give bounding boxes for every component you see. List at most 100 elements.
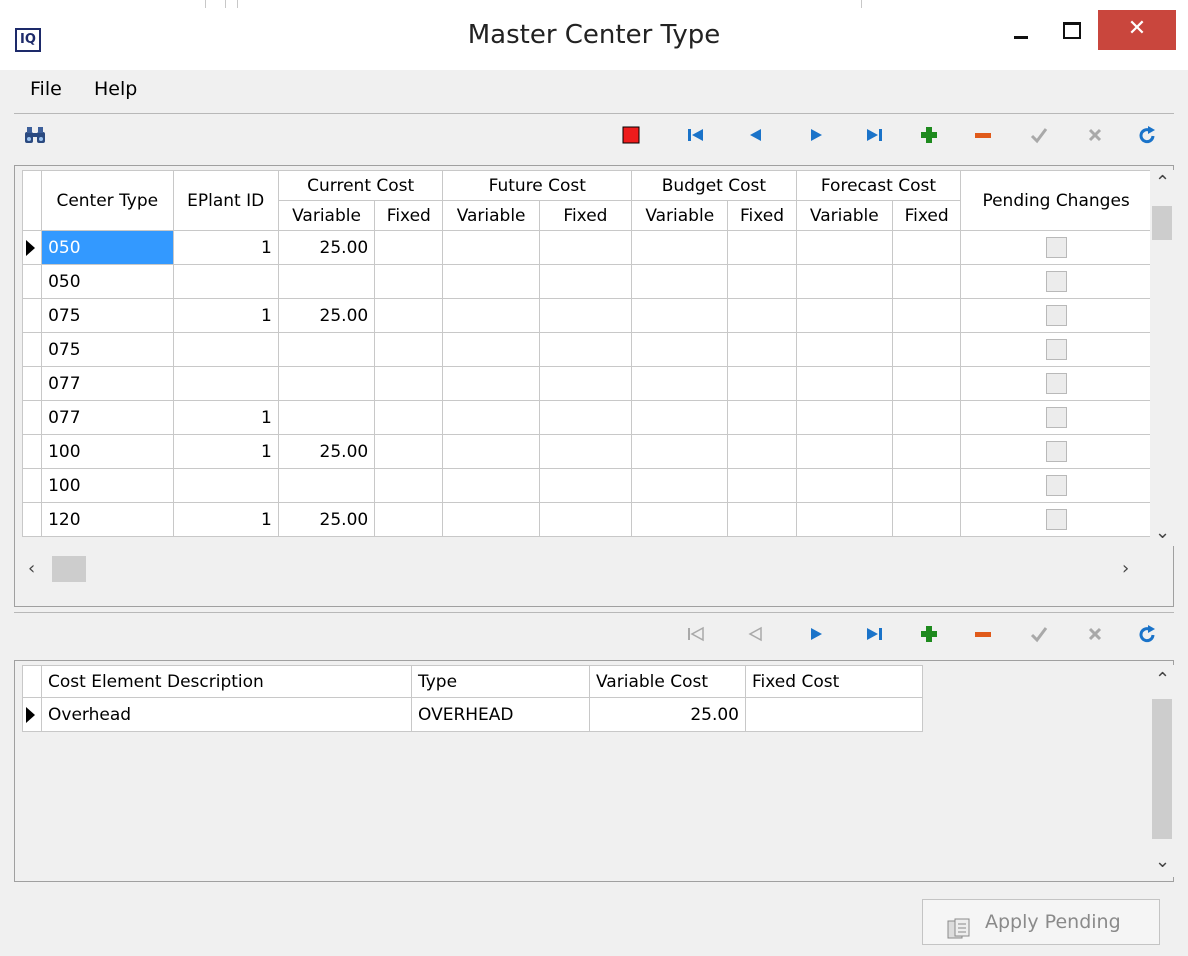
cell-current-fixed[interactable] [374,468,444,503]
cell-future-fixed[interactable] [538,230,633,265]
maximize-button[interactable] [1050,10,1092,48]
cell-current-variable[interactable] [277,400,376,435]
col-budget-fixed[interactable]: Fixed [727,200,797,231]
pending-changes-checkbox[interactable] [1045,407,1067,428]
grid1-vertical-scrollbar[interactable]: ⌃ ⌄ [1150,170,1174,546]
cell-eplant-id[interactable]: 1 [172,298,279,333]
cell-budget-fixed[interactable] [727,502,797,537]
scroll-down-icon[interactable]: ⌄ [1155,524,1170,542]
cell-forecast-variable[interactable] [795,332,893,367]
col-future-variable[interactable]: Variable [442,200,540,231]
cell-forecast-fixed[interactable] [891,502,962,537]
cell-budget-variable[interactable] [631,502,729,537]
cell-current-fixed[interactable] [374,230,444,265]
cell-future-fixed[interactable] [538,298,633,333]
cell-forecast-variable[interactable] [795,298,893,333]
cell-eplant-id[interactable]: 1 [172,400,279,435]
col-budget-cost[interactable]: Budget Cost [631,170,797,201]
col-current-fixed[interactable]: Fixed [374,200,444,231]
cell-description[interactable]: Overhead [41,697,412,732]
cell-future-variable[interactable] [442,230,540,265]
cell-eplant-id[interactable] [172,332,279,367]
cell-center-type[interactable]: 050 [41,264,174,299]
pending-changes-checkbox[interactable] [1045,373,1067,394]
cell-forecast-variable[interactable] [795,400,893,435]
refresh-icon[interactable] [1128,114,1168,156]
cell-budget-fixed[interactable] [727,468,797,503]
col-future-cost[interactable]: Future Cost [442,170,633,201]
pending-changes-checkbox[interactable] [1045,305,1067,326]
cell-forecast-variable[interactable] [795,434,893,469]
cell-pending-changes[interactable] [960,434,1152,469]
pending-changes-checkbox[interactable] [1045,339,1067,360]
scroll-right-icon[interactable]: › [1122,560,1129,578]
table-row[interactable]: 050 1 25.00 [21,230,1152,265]
cell-future-variable[interactable] [442,264,540,299]
table-row[interactable]: 075 [21,332,1152,367]
cell-future-variable[interactable] [442,434,540,469]
cancel-icon[interactable] [1076,613,1116,655]
refresh-icon[interactable] [1128,613,1168,655]
cell-future-fixed[interactable] [538,264,633,299]
table-row[interactable]: 050 [21,264,1152,299]
cell-forecast-variable[interactable] [795,366,893,401]
col-budget-variable[interactable]: Variable [631,200,729,231]
col-fixed-cost[interactable]: Fixed Cost [745,665,923,698]
table-row[interactable]: Overhead OVERHEAD 25.00 [22,697,923,732]
col-current-cost[interactable]: Current Cost [277,170,444,201]
col-variable-cost[interactable]: Variable Cost [589,665,746,698]
cell-budget-variable[interactable] [631,400,729,435]
cell-forecast-variable[interactable] [795,264,893,299]
cell-type[interactable]: OVERHEAD [411,697,590,732]
cell-eplant-id[interactable] [172,366,279,401]
cell-future-variable[interactable] [442,366,540,401]
cell-forecast-fixed[interactable] [891,298,962,333]
cell-eplant-id[interactable]: 1 [172,434,279,469]
cancel-icon[interactable] [1076,114,1116,156]
post-icon[interactable] [1020,613,1060,655]
cell-center-type[interactable]: 075 [41,332,174,367]
cell-pending-changes[interactable] [960,264,1152,299]
insert-icon[interactable] [910,613,950,655]
cell-budget-variable[interactable] [631,366,729,401]
cell-future-variable[interactable] [442,332,540,367]
delete-icon[interactable] [964,613,1004,655]
scroll-up-icon[interactable]: ⌃ [1155,174,1170,192]
pending-changes-checkbox[interactable] [1045,475,1067,496]
cell-center-type[interactable]: 100 [41,468,174,503]
cell-current-variable[interactable] [277,264,376,299]
cell-budget-variable[interactable] [631,298,729,333]
cell-future-variable[interactable] [442,502,540,537]
cell-pending-changes[interactable] [960,230,1152,265]
cell-future-variable[interactable] [442,400,540,435]
cell-eplant-id[interactable]: 1 [172,502,279,537]
cell-current-fixed[interactable] [374,502,444,537]
cell-forecast-fixed[interactable] [891,264,962,299]
cell-center-type[interactable]: 120 [41,502,174,537]
delete-icon[interactable] [964,114,1004,156]
scroll-left-icon[interactable]: ‹ [28,560,35,578]
menu-help[interactable]: Help [94,78,137,100]
col-forecast-variable[interactable]: Variable [795,200,893,231]
cell-current-fixed[interactable] [374,400,444,435]
menu-file[interactable]: File [30,78,62,100]
cell-current-fixed[interactable] [374,298,444,333]
cell-forecast-fixed[interactable] [891,434,962,469]
col-type[interactable]: Type [411,665,590,698]
next-record-icon[interactable] [796,613,836,655]
col-pending-changes[interactable]: Pending Changes [960,170,1152,231]
col-forecast-cost[interactable]: Forecast Cost [795,170,962,201]
cell-forecast-variable[interactable] [795,230,893,265]
cell-fixed-cost[interactable] [745,697,923,732]
cell-budget-fixed[interactable] [727,366,797,401]
table-row[interactable]: 077 [21,366,1152,401]
grid1-horizontal-scrollbar[interactable]: ‹ › [22,554,1148,584]
cell-budget-fixed[interactable] [727,230,797,265]
table-row[interactable]: 077 1 [21,400,1152,435]
grid2-vertical-scrollbar[interactable]: ⌃ ⌄ [1150,665,1174,877]
cell-budget-fixed[interactable] [727,298,797,333]
minimize-button[interactable] [1000,10,1042,48]
last-record-icon[interactable] [854,613,894,655]
table-row[interactable]: 120 1 25.00 [21,502,1152,537]
cell-center-type[interactable]: 077 [41,366,174,401]
